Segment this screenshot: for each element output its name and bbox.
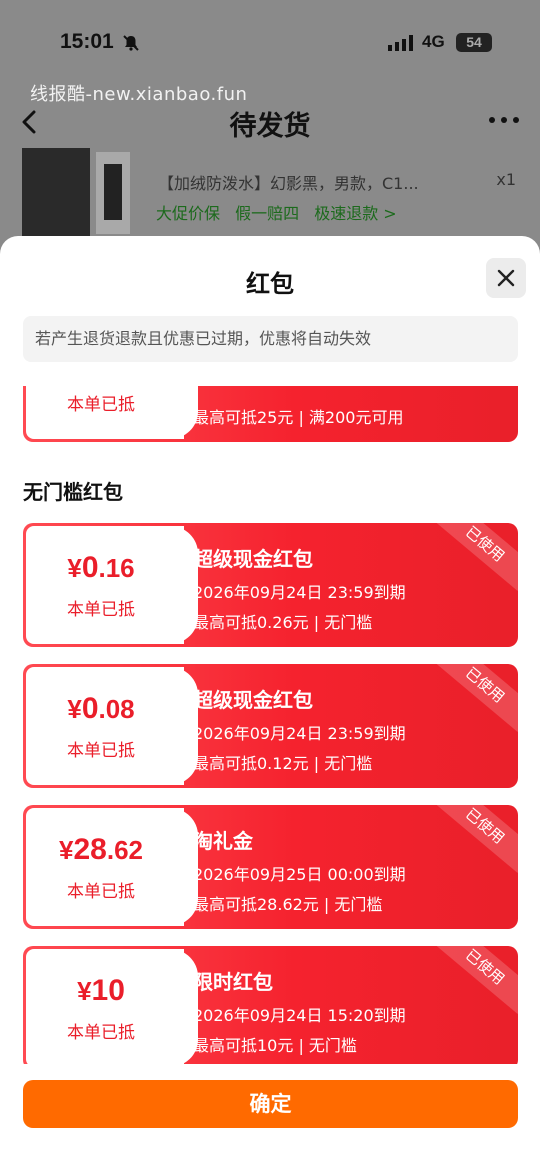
confirm-button[interactable]: 确定 — [23, 1080, 518, 1128]
coupon-name: 超级现金红包 — [193, 547, 313, 571]
sheet-title: 红包 — [246, 270, 294, 298]
coupon-card[interactable]: ¥10 本单已抵 限时红包 2026年09月24日 15:20到期 最高可抵10… — [23, 946, 518, 1064]
coupon-sub-label: 本单已抵 — [67, 600, 135, 620]
status-bar: 15:01 4G 54 — [0, 30, 540, 60]
tag-fast-refund[interactable]: 极速退款 > — [314, 204, 397, 223]
coupon-sub-label: 本单已抵 — [67, 741, 135, 761]
tag-price-protect: 大促价保 — [156, 204, 221, 223]
used-stamp: 已使用 — [433, 805, 518, 873]
used-stamp: 已使用 — [433, 664, 518, 732]
battery-icon: 54 — [456, 33, 492, 52]
coupon-amount: ¥0.16 — [67, 551, 135, 584]
close-button[interactable] — [486, 258, 526, 298]
coupon-expiry: 2026年09月24日 23:59到期 — [193, 724, 406, 743]
cell-signal-icon — [388, 35, 413, 51]
tag-fake-compensation: 假一赔四 — [235, 204, 300, 223]
product-description: 【加绒防泼水】幻影黑，男款，C1... — [158, 174, 419, 193]
product-image — [22, 148, 90, 236]
coupon-name: 超级现金红包 — [193, 688, 313, 712]
coupon-card[interactable]: ¥0.16 本单已抵 超级现金红包 2026年09月24日 23:59到期 最高… — [23, 523, 518, 647]
product-quantity: x1 — [496, 170, 516, 189]
coupon-name: 限时红包 — [193, 970, 273, 994]
coupon-limit: 最高可抵25元 | 满200元可用 — [193, 408, 404, 427]
mute-bell-icon — [123, 35, 139, 51]
background-page: 15:01 4G 54 线报酷-new.xianbao.fun 待发货 【加绒防 — [0, 0, 540, 260]
red-packet-sheet: 红包 若产生退货退款且优惠已过期，优惠将自动失效 本单已抵 最高可抵25元 | … — [0, 236, 540, 1174]
coupon-card[interactable]: ¥28.62 本单已抵 淘礼金 2026年09月25日 00:00到期 最高可抵… — [23, 805, 518, 929]
coupon-list[interactable]: 本单已抵 最高可抵25元 | 满200元可用 无门槛红包 ¥0.16 本单已抵 … — [0, 386, 540, 1064]
coupon-expiry: 2026年09月24日 23:59到期 — [193, 583, 406, 602]
more-dots-icon[interactable] — [488, 110, 520, 130]
product-tags: 大促价保 假一赔四 极速退款 > — [156, 200, 407, 224]
coupon-limit: 最高可抵0.26元 | 无门槛 — [193, 613, 373, 632]
coupon-card-partial[interactable]: 本单已抵 最高可抵25元 | 满200元可用 — [23, 386, 518, 442]
coupon-amount: ¥0.08 — [67, 692, 135, 725]
coupon-sub-label: 本单已抵 — [67, 1023, 135, 1043]
coupon-expiry: 2026年09月24日 15:20到期 — [193, 1006, 406, 1025]
close-icon — [497, 269, 515, 287]
coupon-name: 淘礼金 — [193, 829, 253, 853]
status-time: 15:01 — [60, 30, 114, 53]
coupon-limit: 最高可抵28.62元 | 无门槛 — [193, 895, 383, 914]
used-stamp: 已使用 — [433, 946, 518, 1014]
coupon-limit: 最高可抵0.12元 | 无门槛 — [193, 754, 373, 773]
product-thumbnail — [96, 152, 130, 234]
used-stamp: 已使用 — [433, 523, 518, 591]
coupon-expiry: 2026年09月25日 00:00到期 — [193, 865, 406, 884]
expiry-notice: 若产生退货退款且优惠已过期，优惠将自动失效 — [23, 316, 518, 362]
product-row[interactable]: 【加绒防泼水】幻影黑，男款，C1... x1 大促价保 假一赔四 极速退款 > — [0, 148, 540, 238]
coupon-limit: 最高可抵10元 | 无门槛 — [193, 1036, 357, 1055]
network-type: 4G — [422, 32, 445, 51]
coupon-card[interactable]: ¥0.08 本单已抵 超级现金红包 2026年09月24日 23:59到期 最高… — [23, 664, 518, 788]
page-title: 待发货 — [229, 111, 311, 142]
coupon-amount: ¥10 — [77, 974, 125, 1007]
section-label: 无门槛红包 — [23, 480, 123, 504]
coupon-amount: ¥28.62 — [59, 833, 143, 866]
nav-bar: 待发货 — [0, 100, 540, 144]
coupon-sub-label: 本单已抵 — [67, 395, 135, 415]
coupon-sub-label: 本单已抵 — [67, 882, 135, 902]
